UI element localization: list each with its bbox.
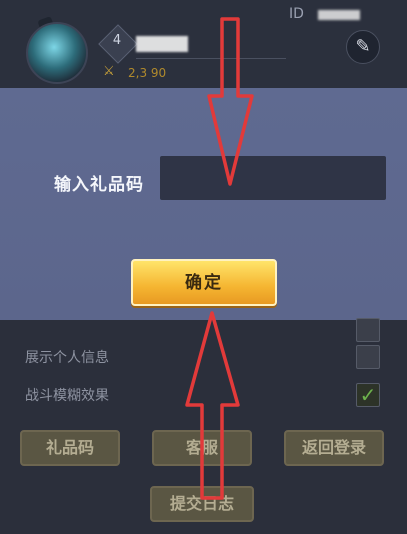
annotation-arrows — [185, 17, 254, 500]
down-arrow — [207, 17, 254, 186]
red-arrow-group — [185, 17, 254, 500]
up-arrow — [185, 311, 240, 500]
